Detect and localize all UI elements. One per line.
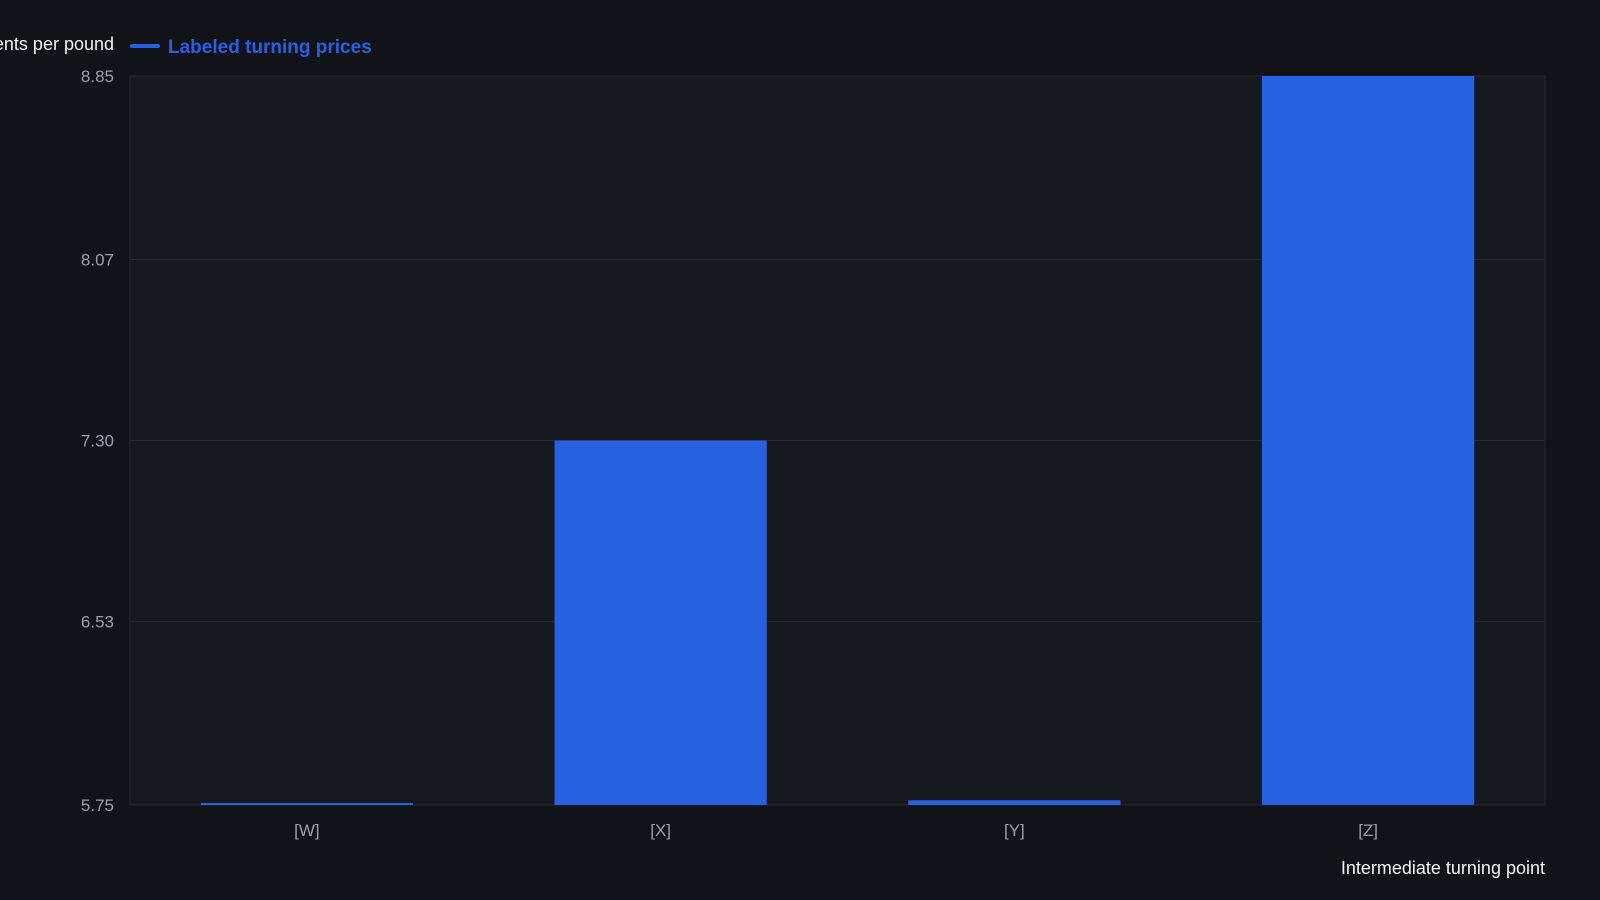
x-axis-ticks: [W] [X] [Y] [Z] xyxy=(294,821,1378,840)
y-tick-label: 5.75 xyxy=(81,796,114,815)
y-tick-label: 6.53 xyxy=(81,613,114,632)
x-tick-label: [Z] xyxy=(1358,821,1378,840)
bar-w[interactable] xyxy=(200,803,413,805)
bar-x[interactable] xyxy=(554,440,767,806)
legend-swatch-labeled-turning-prices xyxy=(130,44,160,48)
y-axis-title: Cents per pound xyxy=(0,34,114,54)
y-tick-label: 8.85 xyxy=(81,67,114,86)
legend-label-labeled-turning-prices[interactable]: Labeled turning prices xyxy=(168,37,372,58)
legend[interactable]: Labeled turning prices xyxy=(130,37,372,58)
x-tick-label: [Y] xyxy=(1004,821,1025,840)
bar-chart: 5.75 6.53 7.30 8.07 8.85 [W] [X] [Y] [Z] Cents … xyxy=(0,34,1546,878)
bar-z[interactable] xyxy=(1262,76,1475,805)
x-tick-label: [W] xyxy=(294,821,320,840)
bar-y[interactable] xyxy=(908,800,1121,805)
y-tick-label: 8.07 xyxy=(81,250,114,269)
x-tick-label: [X] xyxy=(650,821,671,840)
chart-container: 5.75 6.53 7.30 8.07 8.85 [W] [X] [Y] [Z] Cents … xyxy=(0,0,1600,900)
y-axis-ticks: 5.75 6.53 7.30 8.07 8.85 xyxy=(81,67,114,815)
x-axis-title: Intermediate turning point xyxy=(1341,858,1545,878)
y-tick-label: 7.30 xyxy=(81,432,114,451)
